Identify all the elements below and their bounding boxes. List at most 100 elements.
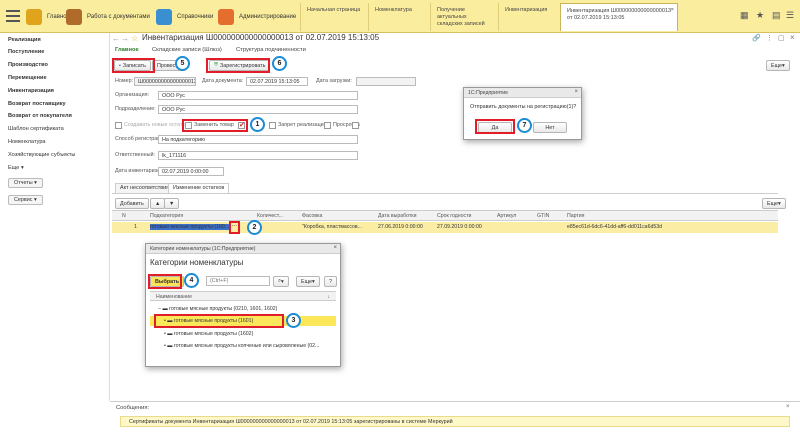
open-tab-inventory-list[interactable]: Инвентаризация: [498, 3, 560, 31]
picker-column-header[interactable]: Наименование ↓: [150, 291, 336, 301]
load-date-field[interactable]: [356, 77, 416, 86]
sidebar-item-production[interactable]: Производство: [8, 62, 48, 68]
col-subcategory[interactable]: Подкатегория: [150, 213, 183, 219]
date-field[interactable]: 02.07.2019 15:13:05: [246, 77, 308, 86]
ellipsis-icon[interactable]: ...: [232, 222, 237, 228]
reports-button[interactable]: Отчеты ▾: [8, 178, 43, 188]
star-icon[interactable]: ★: [756, 10, 764, 21]
close-icon[interactable]: ×: [574, 89, 578, 95]
sidebar-item-inventory[interactable]: Инвентаризация: [8, 88, 54, 94]
open-tab-inventory-doc[interactable]: Инвентаризация Ш000000000000000013 от 02…: [560, 3, 678, 31]
sidebar-item-more[interactable]: Еще ▾: [8, 165, 24, 171]
confirm-question: Отправить документы на регистрацию(1)?: [470, 104, 577, 110]
more-button[interactable]: Еще ▾: [766, 60, 790, 71]
service-button[interactable]: Сервис ▾: [8, 195, 43, 205]
maximize-icon[interactable]: ▢: [778, 34, 785, 42]
history-icon[interactable]: ▤: [772, 10, 781, 21]
sidebar-item-sales[interactable]: Реализация: [8, 37, 41, 43]
forward-arrow-icon[interactable]: →: [121, 34, 129, 43]
close-icon[interactable]: ×: [786, 404, 790, 410]
picker-search-button[interactable]: ⌕ ▾: [273, 276, 289, 287]
number-field[interactable]: Ш000000000000000013: [134, 77, 196, 86]
grid-more-button[interactable]: Еще ▾: [762, 198, 786, 209]
dept-field[interactable]: ООО Рус: [158, 105, 358, 114]
sidebar-item-nomenclature[interactable]: Номенклатура: [8, 139, 46, 145]
col-article[interactable]: Артикул: [497, 213, 516, 219]
no-button[interactable]: Нет: [533, 122, 567, 133]
step-badge-7: 7: [517, 118, 532, 133]
link-icon[interactable]: 🔗: [752, 34, 761, 42]
picker-help-button[interactable]: ?: [324, 276, 337, 287]
section-documents[interactable]: Работа с документами: [66, 3, 150, 30]
picker-more-button[interactable]: Еще ▾: [296, 276, 320, 287]
favorite-star-icon[interactable]: ☆: [131, 34, 138, 43]
books-icon: [156, 8, 172, 25]
row-subcategory[interactable]: готовые мясные продукты (160...: [150, 224, 230, 230]
section-admin[interactable]: Администрирование: [218, 3, 296, 30]
inv-date-field[interactable]: 02.07.2019 0:00:00: [158, 167, 224, 176]
nav-main[interactable]: Главное: [115, 47, 139, 53]
sidebar-item-entities[interactable]: Хозяйствующие субъекты: [8, 152, 75, 158]
picker-search-input[interactable]: [206, 276, 270, 286]
overdue-checkbox-2[interactable]: [352, 122, 359, 129]
tab-stock-change[interactable]: Изменение остатков: [168, 183, 230, 193]
open-tab-home[interactable]: Начальная страница: [300, 3, 368, 31]
highlight-register: [206, 58, 270, 73]
back-arrow-icon[interactable]: ←: [112, 34, 120, 43]
move-down-button[interactable]: ▼: [164, 198, 180, 209]
col-quantity[interactable]: Количест...: [257, 213, 283, 219]
section-catalogs[interactable]: Справочники: [156, 3, 213, 30]
list-item[interactable]: − ▬ готовые мясные продукты (0210, 1601,…: [150, 304, 336, 314]
top-section-bar: Главное Работа с документами Справочники…: [0, 0, 800, 33]
menu-more-icon[interactable]: ☰: [786, 10, 794, 21]
sidebar-item-certificate-template[interactable]: Шаблон сертификата: [8, 126, 64, 132]
add-row-button[interactable]: Добавить: [115, 198, 149, 209]
list-item[interactable]: • ▬ готовые мясные продукты (1602): [150, 329, 336, 339]
col-exp-date[interactable]: Срок годности: [437, 213, 471, 219]
home-icon: [26, 8, 42, 25]
highlight-selected-row: [154, 314, 284, 328]
highlight-save: [112, 58, 155, 73]
create-new-checkbox[interactable]: [115, 122, 122, 129]
col-batch[interactable]: Партия: [567, 213, 584, 219]
row-prod-date: 27.06.2019 0:00:00: [378, 224, 423, 230]
briefcase-icon: [66, 8, 82, 25]
col-packing[interactable]: Фасовка: [302, 213, 322, 219]
nav-stock-records[interactable]: Складские записи (Шлюз): [152, 47, 222, 53]
overdue-checkbox[interactable]: [324, 122, 331, 129]
sidebar-item-return-customer[interactable]: Возврат от покупателя: [8, 113, 72, 119]
open-tab-nomenclature[interactable]: Номенклатура: [368, 3, 430, 31]
dept-label: Подразделение:: [115, 106, 156, 112]
nav-structure[interactable]: Структура подчиненности: [236, 47, 306, 53]
messages-header: Сообщения:: [116, 405, 150, 411]
highlight-select: [148, 274, 182, 289]
sidebar-item-transfer[interactable]: Перемещение: [8, 75, 47, 81]
confirm-dialog-header: 1С:Предприятие ×: [464, 88, 581, 98]
open-tab-stock-records[interactable]: Получение актуальных складских записей: [430, 3, 498, 31]
close-window-icon[interactable]: ×: [790, 33, 795, 42]
picker-title: Категории номенклатуры: [150, 258, 244, 267]
close-icon[interactable]: ×: [671, 7, 674, 14]
col-gtin[interactable]: GTIN: [537, 213, 549, 219]
list-item[interactable]: • ▬ готовые мясные продукты копченые или…: [150, 341, 336, 351]
row-batch: e85ec61d-6dc6-41dd-aff6-dd011ca6d53d: [567, 224, 662, 230]
col-prod-date[interactable]: Дата выработки: [378, 213, 416, 219]
reg-method-select[interactable]: На подкатегорию: [158, 135, 358, 144]
responsible-field[interactable]: lk_171116: [158, 151, 358, 160]
sidebar-item-receipts[interactable]: Поступление: [8, 49, 44, 55]
window-menu-icon[interactable]: ⋮: [766, 34, 773, 42]
section-main[interactable]: Главное: [26, 3, 70, 30]
tab-mismatch-act[interactable]: Акт несоответствия: [115, 183, 175, 193]
sidebar: Реализация Поступление Производство Пере…: [0, 33, 110, 401]
table-row[interactable]: 1 готовые мясные продукты (160... "Короб…: [112, 222, 778, 233]
no-sale-checkbox[interactable]: [269, 122, 276, 129]
step-badge-5: 5: [175, 56, 190, 71]
close-icon[interactable]: ×: [333, 245, 337, 251]
step-badge-3: 3: [286, 313, 301, 328]
message-item[interactable]: Сертификаты документа Инвентаризация Ш00…: [120, 416, 790, 427]
sidebar-item-return-supplier[interactable]: Возврат поставщику: [8, 101, 66, 107]
menu-icon[interactable]: [6, 10, 20, 22]
org-field[interactable]: ООО Рус: [158, 91, 358, 100]
apps-grid-icon[interactable]: ▦: [740, 10, 749, 21]
col-n[interactable]: N: [122, 213, 126, 219]
